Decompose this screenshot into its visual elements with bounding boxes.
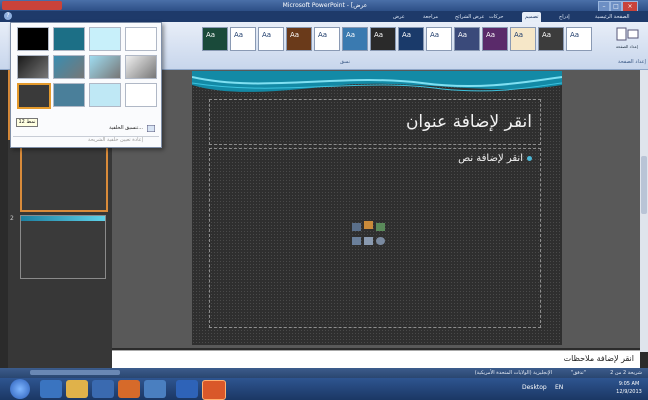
theme-thumbnail[interactable]: Aa — [230, 27, 256, 51]
content-placeholder-text: انقر لإضافة نص — [458, 153, 523, 164]
theme-thumbnail[interactable]: Aa — [426, 27, 452, 51]
slide-thumbnail-1[interactable] — [20, 146, 108, 212]
background-style-swatch[interactable] — [125, 55, 157, 79]
theme-thumbnail[interactable]: Aa — [510, 27, 536, 51]
reset-background-label: إعادة تعيين خلفية الشريحة — [87, 137, 143, 143]
bullet-dot-icon — [527, 155, 532, 161]
vertical-scrollbar[interactable] — [640, 70, 648, 352]
help-icon[interactable]: ? — [4, 12, 12, 20]
theme-thumbnail[interactable]: Aa — [342, 27, 368, 51]
window-title: Microsoft PowerPoint - [عرض تقديمي1] — [282, 2, 368, 20]
thumbnail-wave — [21, 216, 105, 221]
theme-thumbnail[interactable]: Aa — [538, 27, 564, 51]
tab-6[interactable]: عرض — [390, 12, 408, 22]
thumbnail-number: 2 — [10, 215, 14, 222]
scrollbar-thumb[interactable] — [641, 156, 647, 214]
slide-wave-decoration — [192, 71, 562, 92]
page-setup-icon — [616, 27, 639, 41]
page-setup-button[interactable]: إعداد الصفحة — [614, 26, 640, 50]
slide-thumbnail-2[interactable] — [20, 215, 106, 279]
background-styles-gallery: تنسيق الخلفية... إعادة تعيين خلفية الشري… — [10, 22, 162, 148]
app-taskbar-icon[interactable] — [144, 380, 166, 398]
insert-smartart-icon[interactable] — [376, 223, 385, 231]
office-button-area[interactable] — [2, 1, 62, 10]
slide-canvas: انقر لإضافة عنوان انقر لإضافة نص — [192, 71, 562, 345]
ribbon-tab-row — [0, 11, 648, 22]
clock-date: 12/9/2013 — [616, 389, 642, 395]
group-label-page-setup: إعداد الصفحة — [618, 59, 646, 65]
theme-thumbnail[interactable]: Aa — [286, 27, 312, 51]
background-style-swatch[interactable] — [89, 55, 121, 79]
style-tooltip: 12 نمط — [16, 118, 38, 127]
windows-taskbar: Desktop EN 9:05 AM 12/9/2013 — [0, 378, 648, 400]
background-style-swatch[interactable] — [89, 27, 121, 51]
background-style-swatch[interactable] — [17, 83, 51, 109]
tab-4[interactable]: عرض الشرائح — [452, 12, 488, 22]
word-taskbar-icon[interactable] — [176, 380, 198, 398]
input-language[interactable]: EN — [555, 384, 563, 391]
page-setup-label: إعداد الصفحة — [615, 44, 639, 49]
format-background-label: تنسيق الخلفية... — [109, 125, 143, 131]
title-bar: Microsoft PowerPoint - [عرض تقديمي1] – □… — [0, 0, 648, 20]
background-style-swatch[interactable] — [53, 27, 85, 51]
tab-5[interactable]: مراجعة — [420, 12, 441, 22]
title-placeholder[interactable]: انقر لإضافة عنوان — [209, 99, 541, 145]
theme-status: "تدفق" — [570, 370, 586, 376]
background-style-swatch[interactable] — [17, 27, 49, 51]
background-style-swatch[interactable] — [53, 55, 85, 79]
insert-clipart-icon[interactable] — [364, 237, 373, 245]
notes-placeholder: انقر لإضافة ملاحظات — [563, 354, 634, 363]
clock-time: 9:05 AM — [618, 381, 640, 387]
firefox-taskbar-icon[interactable] — [118, 380, 140, 398]
background-style-swatch[interactable] — [125, 83, 157, 107]
slide-count-status: شريحة 2 من 2 — [610, 370, 642, 376]
system-clock[interactable]: 9:05 AM 12/9/2013 — [612, 380, 646, 398]
tab-3[interactable]: حركات — [486, 12, 506, 22]
content-placeholder[interactable]: انقر لإضافة نص — [209, 148, 541, 328]
powerpoint-taskbar-icon[interactable] — [202, 380, 226, 400]
desktop-toolbar-label[interactable]: Desktop — [522, 384, 547, 391]
theme-thumbnail[interactable]: Aa — [314, 27, 340, 51]
theme-thumbnail[interactable]: Aa — [202, 27, 228, 51]
start-button[interactable] — [10, 379, 30, 399]
insert-table-icon[interactable] — [352, 223, 361, 231]
language-status[interactable]: الإنجليزية (الولايات المتحدة الأمريكية) — [475, 368, 552, 378]
theme-thumbnail[interactable]: Aa — [566, 27, 592, 51]
background-style-swatch[interactable] — [53, 83, 85, 107]
reset-background-menu-item[interactable]: إعادة تعيين خلفية الشريحة — [15, 136, 157, 145]
insert-content-icons — [352, 221, 390, 251]
background-style-swatch[interactable] — [89, 83, 121, 107]
group-label-themes: نسق — [340, 59, 351, 65]
insert-media-icon[interactable] — [376, 237, 385, 245]
insert-picture-icon[interactable] — [352, 237, 361, 245]
tab-0[interactable]: الصفحة الرئيسية — [592, 12, 633, 22]
title-placeholder-text: انقر لإضافة عنوان — [405, 112, 532, 132]
tab-2[interactable]: تصميم — [522, 12, 542, 22]
content-bullet: انقر لإضافة نص — [458, 153, 532, 164]
tab-1[interactable]: إدراج — [556, 12, 573, 22]
format-background-icon — [147, 125, 155, 132]
status-bar: شريحة 2 من 2 "تدفق" الإنجليزية (الولايات… — [0, 368, 648, 378]
theme-thumbnail[interactable]: Aa — [454, 27, 480, 51]
notes-pane[interactable]: انقر لإضافة ملاحظات — [112, 350, 640, 369]
insert-chart-icon[interactable] — [364, 221, 373, 229]
ie-taskbar-icon[interactable] — [40, 380, 62, 398]
background-style-swatch[interactable] — [125, 27, 157, 51]
theme-thumbnail[interactable]: Aa — [370, 27, 396, 51]
theme-thumbnail[interactable]: Aa — [482, 27, 508, 51]
theme-thumbnail[interactable]: Aa — [258, 27, 284, 51]
slide-editor: انقر لإضافة عنوان انقر لإضافة نص — [112, 70, 640, 348]
theme-thumbnail[interactable]: Aa — [398, 27, 424, 51]
zoom-slider[interactable] — [30, 370, 120, 375]
media-player-taskbar-icon[interactable] — [92, 380, 114, 398]
background-style-swatch[interactable] — [17, 55, 49, 79]
explorer-taskbar-icon[interactable] — [66, 380, 88, 398]
